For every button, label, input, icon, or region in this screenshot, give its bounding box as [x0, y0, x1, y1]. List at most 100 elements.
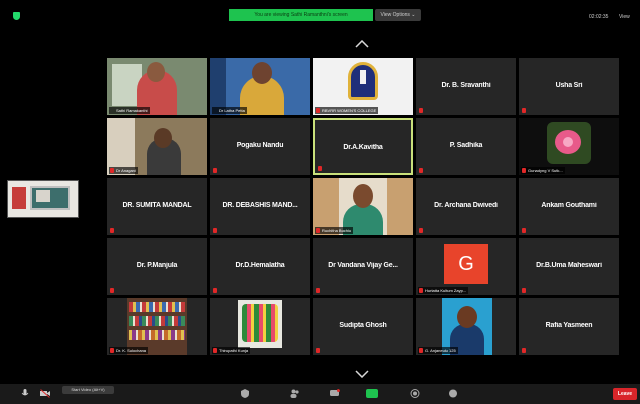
participant-name-tag: Hurtatta Kultum Zayp...: [418, 287, 469, 294]
participant-tile[interactable]: Sudipta Ghosh: [313, 298, 413, 355]
participant-tile[interactable]: Dr Anagani: [107, 118, 207, 175]
participant-name-tag: Gunadyng V Sutk...: [521, 167, 565, 174]
chevron-up-icon[interactable]: [355, 40, 369, 48]
gallery-grid: Sathi Ramakanthi Dr Latha Petta RBVRR WO…: [107, 58, 620, 356]
flower-arrangement: [242, 304, 278, 342]
participant-name-tag: Dr Latha Petta: [212, 107, 247, 114]
participant-name-tag: RBVRR WOMEN'S COLLEGE: [315, 107, 379, 114]
participant-tile[interactable]: Dr. Archana Dwivedi: [416, 178, 516, 235]
participant-tile[interactable]: DR. SUMITA MANDAL: [107, 178, 207, 235]
participants-icon[interactable]: [290, 389, 300, 398]
participant-tile[interactable]: Dr.D.Hemalatha: [210, 238, 310, 295]
participant-tile[interactable]: RBVRR WOMEN'S COLLEGE: [313, 58, 413, 115]
participant-name: Usha Sri: [555, 82, 583, 89]
participant-name-tag: Dr Anagani: [109, 167, 138, 174]
meeting-clock: 02:02:35: [589, 14, 609, 20]
participant-tile[interactable]: Dr. P.Manjula: [107, 238, 207, 295]
muted-mic-icon: [522, 348, 526, 353]
reactions-icon[interactable]: [448, 389, 458, 398]
muted-mic-icon: [110, 348, 114, 353]
participant-name-tag: G. Anjaneulu 125: [418, 347, 458, 354]
participant-name-tag: Ruchitha Buchiu: [315, 227, 354, 234]
self-view-figure: [12, 187, 26, 209]
participant-tile[interactable]: Dr Vandana Vijay Ge...: [313, 238, 413, 295]
participant-tile[interactable]: Thirupathi Kunja: [210, 298, 310, 355]
share-screen-icon[interactable]: [366, 389, 378, 398]
participant-tile[interactable]: Ruchitha Buchiu: [313, 178, 413, 235]
participant-name: Dr.D.Hemalatha: [235, 262, 285, 269]
participant-tile[interactable]: Usha Sri: [519, 58, 619, 115]
participant-name: DR. DEBASHIS MAND...: [222, 202, 298, 209]
participant-name-tag: Sathi Ramakanthi: [109, 107, 150, 114]
participant-name-tag: Dr. K. Sulochana: [109, 347, 149, 354]
participant-name: Dr. P.Manjula: [136, 262, 178, 269]
participant-tile[interactable]: DR. DEBASHIS MAND...: [210, 178, 310, 235]
participant-name: Dr. Archana Dwivedi: [434, 202, 498, 209]
muted-mic-icon: [419, 288, 423, 293]
participant-tile[interactable]: Rafia Yasmeen: [519, 298, 619, 355]
participant-name: Rafia Yasmeen: [545, 322, 593, 329]
participant-tile[interactable]: G. Anjaneulu 125: [416, 298, 516, 355]
muted-mic-icon: [110, 288, 114, 293]
muted-mic-icon: [213, 288, 217, 293]
muted-mic-icon: [419, 168, 423, 173]
participant-tile[interactable]: Ankam Gouthami: [519, 178, 619, 235]
muted-mic-icon: [110, 228, 114, 233]
top-bar: You are viewing Sathi Ramanthni's screen…: [0, 0, 640, 26]
participant-tile-active-speaker[interactable]: Dr.A.Kavitha: [313, 118, 413, 175]
college-logo-mark: [360, 70, 366, 84]
avatar: G: [444, 244, 488, 284]
muted-mic-icon: [110, 168, 114, 173]
participant-tile[interactable]: Dr. B. Sravanthi: [416, 58, 516, 115]
participant-tile[interactable]: Gunadyng V Sutk...: [519, 118, 619, 175]
microphone-icon[interactable]: [20, 389, 30, 398]
participant-name-tag: Thirupathi Kunja: [212, 347, 251, 354]
participant-name: Dr.A.Kavitha: [343, 144, 383, 151]
video-camera-icon[interactable]: [40, 389, 50, 398]
self-view-inset: [36, 190, 50, 202]
record-icon[interactable]: [410, 389, 420, 398]
security-shield-icon[interactable]: [13, 12, 20, 20]
participant-name: Dr Vandana Vijay Ge...: [328, 262, 398, 269]
participant-name: Dr. B. Sravanthi: [441, 82, 491, 89]
participant-tile[interactable]: P. Sadhika: [416, 118, 516, 175]
participant-tile[interactable]: G Hurtatta Kultum Zayp...: [416, 238, 516, 295]
participant-name: DR. SUMITA MANDAL: [122, 202, 192, 209]
muted-mic-icon: [522, 288, 526, 293]
muted-mic-icon: [316, 228, 320, 233]
participant-tile[interactable]: Sathi Ramakanthi: [107, 58, 207, 115]
muted-mic-icon: [419, 228, 423, 233]
muted-mic-icon: [316, 288, 320, 293]
participant-tile[interactable]: Pogaku Nandu: [210, 118, 310, 175]
participant-name: Sudipta Ghosh: [339, 322, 387, 329]
participant-tile[interactable]: Dr Latha Petta: [210, 58, 310, 115]
muted-mic-icon: [419, 348, 423, 353]
muted-mic-icon: [522, 108, 526, 113]
book-row: [129, 330, 185, 340]
participant-name: Pogaku Nandu: [236, 142, 284, 149]
muted-mic-icon: [316, 108, 320, 113]
muted-mic-icon: [318, 166, 322, 171]
self-view-thumbnail[interactable]: [7, 180, 79, 218]
chevron-down-icon[interactable]: [355, 370, 369, 378]
view-mode-button[interactable]: View: [619, 14, 630, 20]
participant-tile[interactable]: Dr. K. Sulochana: [107, 298, 207, 355]
view-options-button[interactable]: View Options ⌄: [375, 9, 421, 21]
muted-mic-icon: [522, 228, 526, 233]
flower-center: [563, 137, 573, 147]
security-icon[interactable]: [240, 389, 250, 398]
muted-mic-icon: [522, 168, 526, 173]
book-row: [129, 316, 185, 326]
muted-mic-icon: [316, 348, 320, 353]
muted-mic-icon: [419, 108, 423, 113]
muted-mic-icon: [213, 228, 217, 233]
chat-icon[interactable]: [330, 389, 340, 398]
book-row: [129, 302, 185, 312]
leave-button[interactable]: Leave: [613, 388, 637, 400]
screen-share-banner: You are viewing Sathi Ramanthni's screen: [229, 9, 373, 21]
start-video-tooltip: Start Video (Alt+V): [62, 386, 114, 394]
muted-mic-icon: [213, 168, 217, 173]
participant-tile[interactable]: Dr.B.Uma Maheswari: [519, 238, 619, 295]
video-person-head: [252, 62, 272, 84]
participant-name: Dr.B.Uma Maheswari: [536, 262, 602, 269]
